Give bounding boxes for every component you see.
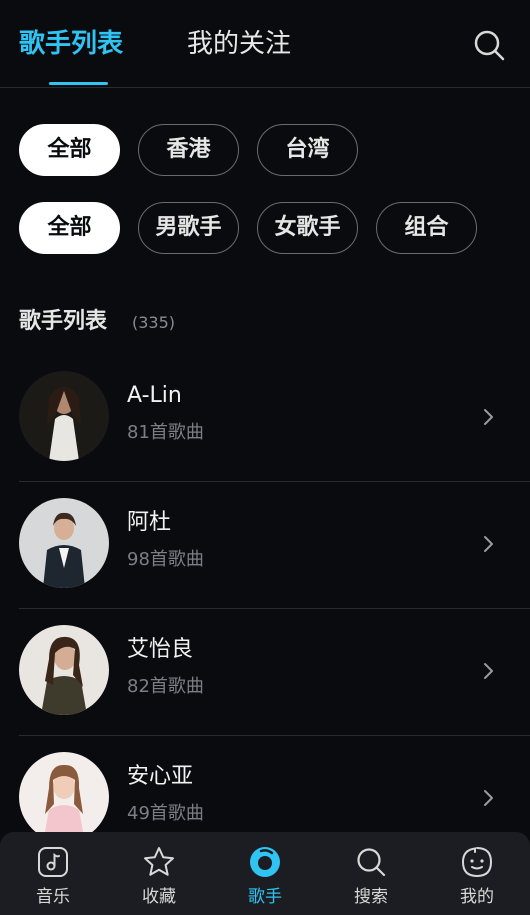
section-title: 歌手列表 [19,309,108,334]
chevron-right-icon [484,663,493,679]
search-button[interactable] [470,26,510,66]
nav-item-music[interactable]: 音乐 [0,832,106,915]
artist-row[interactable]: 阿杜 98首歌曲 [0,482,530,609]
artist-name: 阿杜 [127,510,172,535]
chip-region-all[interactable]: 全部 [19,124,120,176]
nav-label: 歌手 [248,887,282,907]
artist-name: 艾怡良 [127,637,194,662]
nav-item-search[interactable]: 搜索 [318,832,424,915]
chip-region-taiwan[interactable]: 台湾 [257,124,358,176]
search-icon [357,848,386,877]
nav-label: 我的 [460,887,494,907]
star-icon [144,847,174,876]
singer-icon [250,847,280,877]
nav-label: 音乐 [36,887,70,907]
chip-region-hongkong[interactable]: 香港 [138,124,239,176]
artist-name: 安心亚 [127,764,194,789]
region-filter-row: 全部 香港 台湾 [19,124,359,176]
chip-type-male[interactable]: 男歌手 [138,202,239,254]
avatar [19,752,109,842]
profile-icon [461,847,493,878]
nav-item-profile[interactable]: 我的 [424,832,530,915]
artist-name: A-Lin [127,383,182,408]
artist-row[interactable]: 艾怡良 82首歌曲 [0,609,530,736]
chip-type-group[interactable]: 组合 [376,202,477,254]
song-count: 49首歌曲 [127,803,204,824]
artist-row[interactable]: A-Lin 81首歌曲 [0,355,530,482]
chevron-right-icon [484,409,493,425]
nav-item-singers[interactable]: 歌手 [212,832,318,915]
chip-type-all[interactable]: 全部 [19,202,120,254]
bottom-nav: 音乐 收藏 歌手 搜索 我的 [0,832,530,915]
type-filter-row: 全部 男歌手 女歌手 组合 [19,202,479,254]
song-count: 82首歌曲 [127,676,204,697]
chevron-right-icon [484,536,493,552]
nav-item-favorites[interactable]: 收藏 [106,832,212,915]
chevron-right-icon [484,790,493,806]
music-icon [38,847,68,877]
nav-label: 搜索 [354,887,388,907]
avatar [19,498,109,588]
song-count: 81首歌曲 [127,422,204,443]
chip-type-female[interactable]: 女歌手 [257,202,358,254]
song-count: 98首歌曲 [127,549,204,570]
nav-label: 收藏 [142,887,176,907]
avatar [19,371,109,461]
top-header: 歌手列表 我的关注 [0,0,530,88]
tab-artist-list[interactable]: 歌手列表 [19,26,123,85]
search-icon [474,30,505,61]
tab-my-follows[interactable]: 我的关注 [187,26,291,62]
artist-count: (335) [132,313,176,332]
avatar [19,625,109,715]
